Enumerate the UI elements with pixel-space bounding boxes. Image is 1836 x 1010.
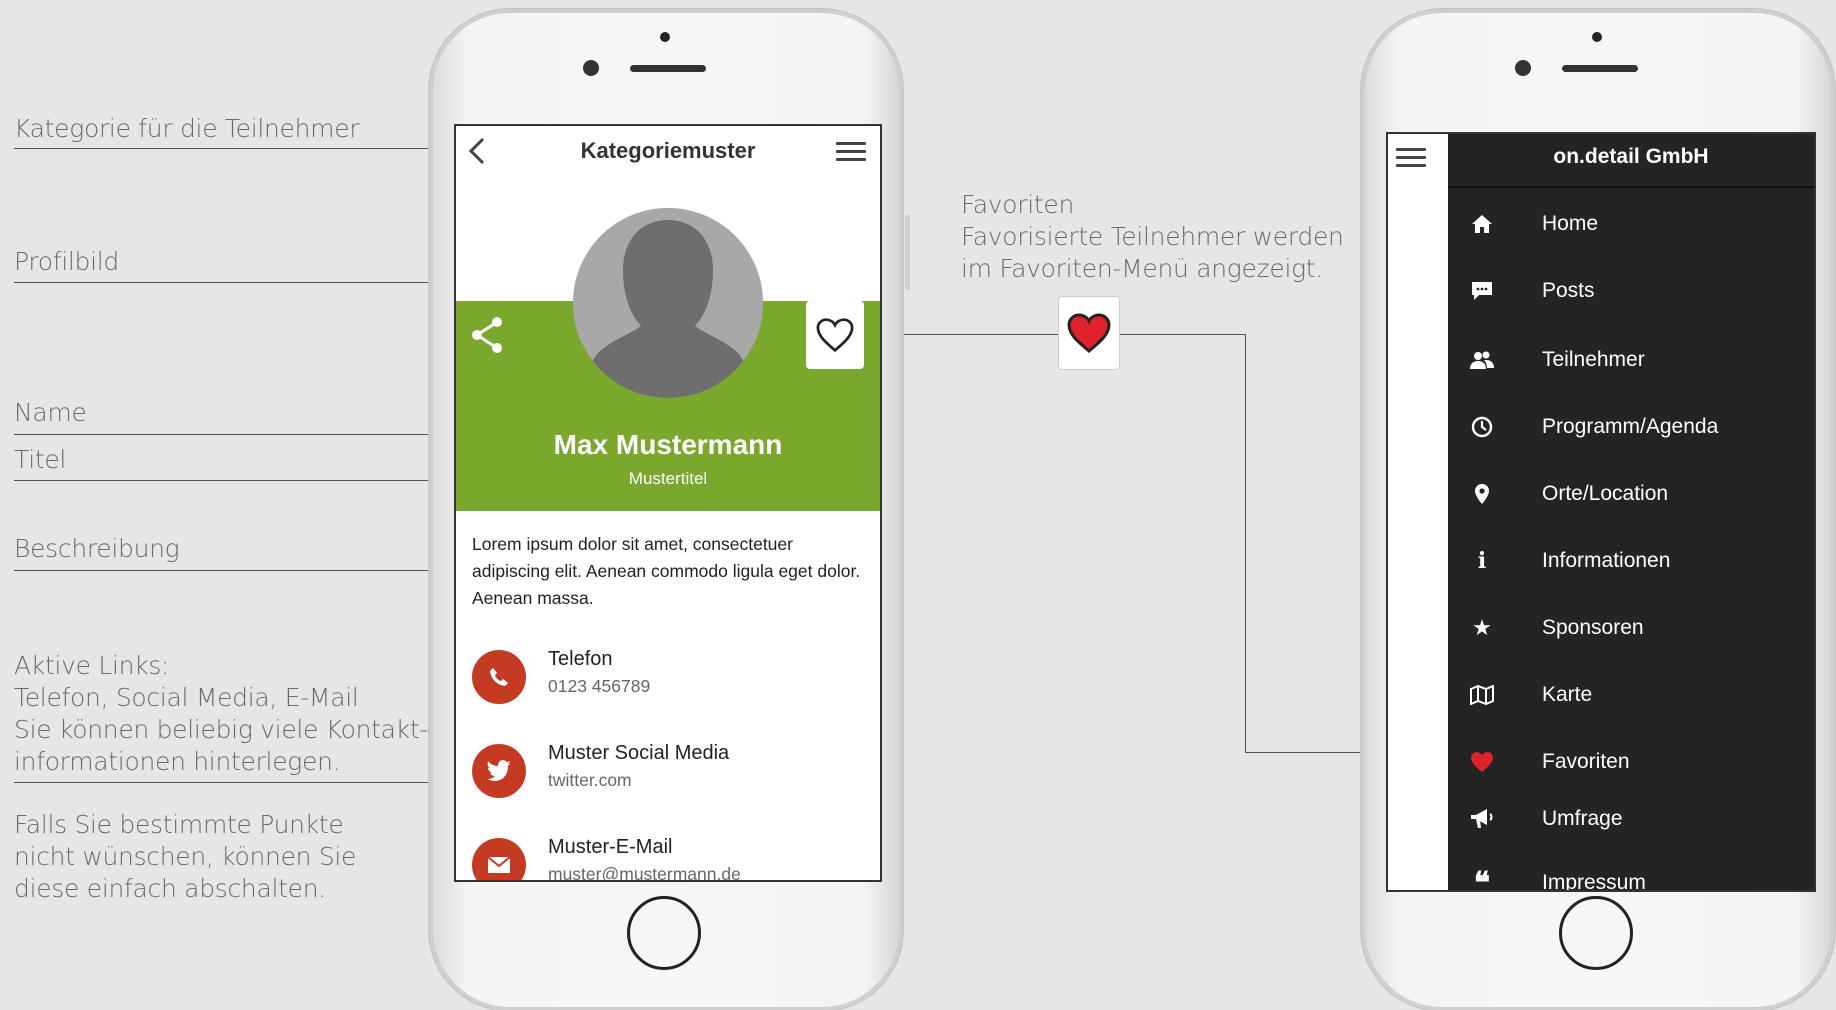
- pin-icon: [1468, 480, 1496, 508]
- menu-item-favoriten[interactable]: Favoriten: [1448, 742, 1814, 782]
- menu-item-karte[interactable]: Karte: [1448, 675, 1814, 715]
- annotation-name: Name: [14, 398, 87, 427]
- contact-email[interactable]: Muster-E-Mail muster@mustermann.de: [472, 836, 872, 882]
- info-icon: i: [1477, 548, 1487, 574]
- contact-value: muster@mustermann.de: [548, 864, 741, 882]
- contact-social[interactable]: Muster Social Media twitter.com: [472, 742, 872, 804]
- front-camera: [1515, 60, 1531, 76]
- star-icon: ★: [1472, 615, 1492, 640]
- menu-item-informationen[interactable]: i Informationen: [1448, 541, 1814, 581]
- menu-item-impressum[interactable]: ❝ Impressum: [1448, 863, 1814, 892]
- clock-icon: [1468, 413, 1496, 441]
- home-button[interactable]: [1559, 896, 1633, 970]
- annotation-favoriten: Favoriten Favorisierte Teilnehmer werden…: [961, 190, 1344, 283]
- annotation-hint: Falls Sie bestimmte Punkte nicht wünsche…: [14, 810, 357, 903]
- annotation-line: [14, 570, 464, 571]
- share-icon[interactable]: [470, 316, 506, 354]
- megaphone-icon: [1468, 805, 1496, 833]
- contact-label: Telefon: [548, 648, 613, 670]
- annotation-links: Aktive Links: Telefon, Social Media, E-M…: [14, 651, 429, 776]
- person-silhouette-icon: [573, 208, 763, 398]
- menu-item-umfrage[interactable]: Umfrage: [1448, 799, 1814, 839]
- page-title: Kategoriemuster: [580, 138, 756, 163]
- hamburger-menu-icon[interactable]: [836, 142, 866, 162]
- phone-right: on.detail GmbH Home Posts Teilnehmer Pro…: [1362, 10, 1834, 1010]
- home-icon: [1468, 210, 1496, 238]
- annotation-titel: Titel: [14, 445, 67, 474]
- menu-item-home[interactable]: Home: [1448, 204, 1814, 244]
- home-button[interactable]: [627, 896, 701, 970]
- speaker: [1562, 65, 1638, 72]
- app-header: Kategoriemuster: [456, 126, 880, 178]
- avatar: [573, 208, 763, 398]
- profile-name: Max Mustermann: [553, 429, 783, 460]
- annotation-beschreibung: Beschreibung: [14, 534, 180, 563]
- menu-title: on.detail GmbH: [1448, 134, 1814, 188]
- hamburger-menu-icon[interactable]: [1396, 148, 1426, 168]
- speaker: [630, 65, 706, 72]
- connector-line: [1245, 334, 1246, 753]
- contact-label: Muster-E-Mail: [548, 836, 673, 858]
- twitter-icon: [472, 744, 526, 798]
- chat-icon: [1468, 277, 1496, 305]
- favorite-heart-callout: [1058, 296, 1120, 370]
- nav-drawer: on.detail GmbH Home Posts Teilnehmer Pro…: [1448, 134, 1814, 890]
- heart-outline-icon: [816, 318, 854, 353]
- map-icon: [1468, 681, 1496, 709]
- contact-phone[interactable]: Telefon 0123 456789: [472, 648, 872, 710]
- profile-screen: Kategoriemuster Max Mustermann Mustertit…: [454, 124, 882, 882]
- front-camera: [583, 60, 599, 76]
- phone-left: Kategoriemuster Max Mustermann Mustertit…: [430, 10, 902, 1010]
- menu-item-posts[interactable]: Posts: [1448, 271, 1814, 311]
- connector-line: [1118, 334, 1246, 335]
- contact-label: Muster Social Media: [548, 742, 730, 764]
- menu-screen: on.detail GmbH Home Posts Teilnehmer Pro…: [1386, 132, 1816, 892]
- contact-value: 0123 456789: [548, 676, 651, 696]
- profile-title: Mustertitel: [628, 469, 708, 488]
- users-icon: [1468, 346, 1496, 374]
- annotation-line: [14, 782, 464, 783]
- heart-icon: [1468, 748, 1496, 776]
- contact-value: twitter.com: [548, 770, 632, 790]
- menu-item-sponsoren[interactable]: ★ Sponsoren: [1448, 608, 1814, 648]
- menu-item-teilnehmer[interactable]: Teilnehmer: [1448, 340, 1814, 380]
- profile-description: Lorem ipsum dolor sit amet, consectetuer…: [472, 534, 861, 608]
- phone-icon: [472, 650, 526, 704]
- annotation-kategorie: Kategorie für die Teilnehmer: [14, 114, 360, 143]
- mail-icon: [472, 838, 526, 880]
- heart-filled-icon: [1067, 313, 1111, 353]
- menu-item-orte[interactable]: Orte/Location: [1448, 474, 1814, 514]
- menu-item-programm[interactable]: Programm/Agenda: [1448, 407, 1814, 447]
- annotation-profilbild: Profilbild: [14, 247, 119, 276]
- quote-icon: ❝: [1473, 865, 1491, 892]
- favorite-button[interactable]: [806, 301, 864, 369]
